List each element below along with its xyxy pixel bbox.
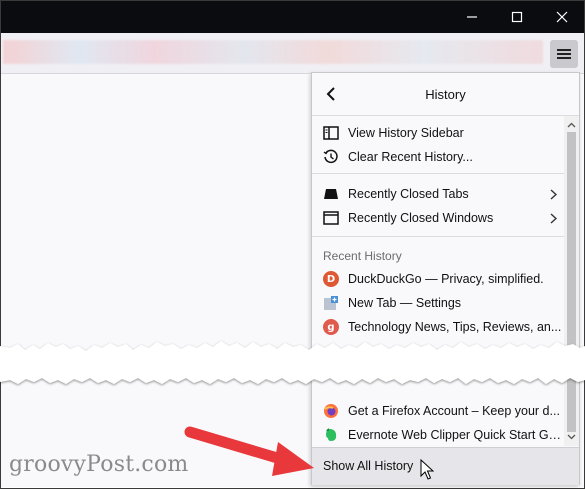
open-menu-button[interactable]	[550, 40, 578, 68]
new-tab-settings-icon	[323, 295, 339, 311]
closed-tab-icon	[322, 185, 340, 203]
chevron-down-icon	[567, 434, 576, 440]
menu-item-label: Recently Closed Tabs	[348, 187, 469, 201]
firefox-icon	[323, 403, 339, 419]
minimize-icon	[466, 16, 477, 18]
chevron-up-icon	[567, 122, 576, 128]
history-item-firefox-account[interactable]: Get a Firefox Account – Keep your d...	[312, 399, 564, 423]
history-item-label: Get a Firefox Account – Keep your d...	[348, 404, 560, 418]
history-item-label: New Tab — Settings	[348, 296, 462, 310]
blurred-address-bar[interactable]	[3, 40, 543, 64]
history-item-label: Evernote Web Clipper Quick Start Gu...	[348, 428, 564, 442]
close-button[interactable]	[539, 1, 584, 33]
close-icon	[556, 11, 567, 23]
duckduckgo-icon: D	[323, 271, 339, 287]
maximize-button[interactable]	[494, 1, 539, 33]
chevron-right-icon	[546, 212, 560, 224]
sidebar-icon	[322, 124, 340, 142]
history-item-new-tab-settings[interactable]: New Tab — Settings	[312, 291, 564, 315]
menu-item-label: Recently Closed Windows	[348, 211, 494, 225]
minimize-button[interactable]	[449, 1, 494, 33]
history-item-label: Technology News, Tips, Reviews, an...	[348, 320, 562, 334]
maximize-icon	[511, 11, 522, 23]
view-history-sidebar-item[interactable]: View History Sidebar	[312, 121, 564, 145]
title-bar	[1, 1, 584, 33]
evernote-icon	[323, 427, 339, 443]
watermark: groovyPost.com	[9, 452, 189, 477]
history-clock-icon	[322, 148, 340, 166]
history-item-label: DuckDuckGo — Privacy, simplified.	[348, 272, 544, 286]
recent-history-heading: Recent History	[323, 249, 402, 263]
history-panel: History View History Sidebar Clear Recen…	[311, 72, 580, 485]
recently-closed-tabs-item[interactable]: Recently Closed Tabs	[312, 182, 564, 206]
menu-item-label: View History Sidebar	[348, 126, 464, 140]
clear-recent-history-item[interactable]: Clear Recent History...	[312, 145, 564, 169]
chevron-right-icon	[546, 188, 560, 200]
history-item-duckduckgo[interactable]: D DuckDuckGo — Privacy, simplified.	[312, 267, 564, 291]
mouse-cursor-icon	[420, 459, 434, 480]
panel-header: History	[312, 73, 579, 116]
show-all-history-button[interactable]: Show All History	[312, 447, 579, 485]
panel-title: History	[425, 87, 466, 102]
panel-scrollbar[interactable]	[564, 116, 579, 446]
groovypost-icon: g	[323, 319, 339, 335]
scroll-down-arrow[interactable]	[564, 430, 579, 444]
menu-item-label: Clear Recent History...	[348, 150, 473, 164]
footer-label: Show All History	[323, 459, 414, 473]
closed-window-icon	[322, 209, 340, 227]
annotation-arrow	[184, 426, 314, 476]
separator	[312, 236, 564, 237]
hamburger-menu-icon	[557, 49, 571, 59]
browser-toolbar	[1, 33, 584, 74]
scroll-up-arrow[interactable]	[564, 118, 579, 132]
history-item-evernote[interactable]: Evernote Web Clipper Quick Start Gu...	[312, 423, 564, 447]
torn-paper-effect	[0, 341, 585, 384]
recently-closed-windows-item[interactable]: Recently Closed Windows	[312, 206, 564, 230]
separator	[312, 173, 564, 174]
